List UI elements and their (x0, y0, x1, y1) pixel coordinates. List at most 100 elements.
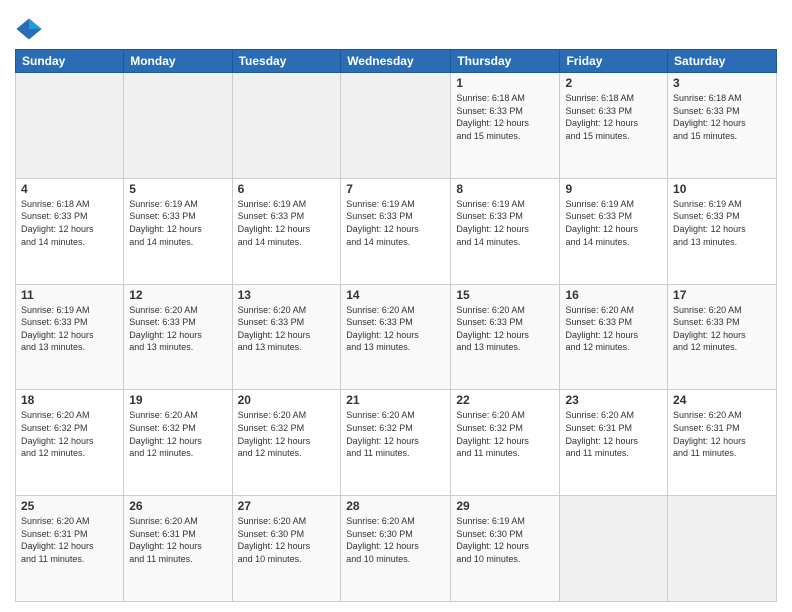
day-info: Sunrise: 6:20 AM Sunset: 6:33 PM Dayligh… (238, 304, 336, 354)
calendar-cell (16, 73, 124, 179)
day-info: Sunrise: 6:20 AM Sunset: 6:32 PM Dayligh… (238, 409, 336, 459)
calendar-cell: 17 Sunrise: 6:20 AM Sunset: 6:33 PM Dayli… (668, 284, 777, 390)
week-row-0: 1 Sunrise: 6:18 AM Sunset: 6:33 PM Daylig… (16, 73, 777, 179)
calendar-cell: 19 Sunrise: 6:20 AM Sunset: 6:32 PM Dayli… (124, 390, 232, 496)
page: SundayMondayTuesdayWednesdayThursdayFrid… (0, 0, 792, 612)
calendar-cell: 21 Sunrise: 6:20 AM Sunset: 6:32 PM Dayli… (341, 390, 451, 496)
day-number: 25 (21, 499, 118, 513)
calendar-cell: 8 Sunrise: 6:19 AM Sunset: 6:33 PM Daylig… (451, 178, 560, 284)
day-info: Sunrise: 6:20 AM Sunset: 6:32 PM Dayligh… (346, 409, 445, 459)
week-row-1: 4 Sunrise: 6:18 AM Sunset: 6:33 PM Daylig… (16, 178, 777, 284)
day-number: 6 (238, 182, 336, 196)
day-info: Sunrise: 6:18 AM Sunset: 6:33 PM Dayligh… (673, 92, 771, 142)
calendar-cell (560, 496, 668, 602)
calendar-cell: 25 Sunrise: 6:20 AM Sunset: 6:31 PM Dayli… (16, 496, 124, 602)
day-header-friday: Friday (560, 50, 668, 73)
calendar-header: SundayMondayTuesdayWednesdayThursdayFrid… (16, 50, 777, 73)
day-number: 27 (238, 499, 336, 513)
day-info: Sunrise: 6:19 AM Sunset: 6:33 PM Dayligh… (21, 304, 118, 354)
day-info: Sunrise: 6:20 AM Sunset: 6:33 PM Dayligh… (346, 304, 445, 354)
calendar-cell: 2 Sunrise: 6:18 AM Sunset: 6:33 PM Daylig… (560, 73, 668, 179)
day-number: 19 (129, 393, 226, 407)
day-info: Sunrise: 6:20 AM Sunset: 6:32 PM Dayligh… (129, 409, 226, 459)
calendar-cell: 1Sunrise: 6:18 AM Sunset: 6:33 PM Daylig… (451, 73, 560, 179)
day-number: 15 (456, 288, 554, 302)
day-number: 24 (673, 393, 771, 407)
day-info: Sunrise: 6:20 AM Sunset: 6:30 PM Dayligh… (346, 515, 445, 565)
day-info: Sunrise: 6:18 AM Sunset: 6:33 PM Dayligh… (565, 92, 662, 142)
day-number: 4 (21, 182, 118, 196)
day-info: Sunrise: 6:20 AM Sunset: 6:32 PM Dayligh… (21, 409, 118, 459)
calendar-cell: 26Sunrise: 6:20 AM Sunset: 6:31 PM Dayli… (124, 496, 232, 602)
calendar-cell: 6Sunrise: 6:19 AM Sunset: 6:33 PM Daylig… (232, 178, 341, 284)
day-header-saturday: Saturday (668, 50, 777, 73)
calendar-cell: 13 Sunrise: 6:20 AM Sunset: 6:33 PM Dayli… (232, 284, 341, 390)
day-header-wednesday: Wednesday (341, 50, 451, 73)
day-info: Sunrise: 6:20 AM Sunset: 6:30 PM Dayligh… (238, 515, 336, 565)
calendar-cell: 12Sunrise: 6:20 AM Sunset: 6:33 PM Dayli… (124, 284, 232, 390)
calendar-cell: 20 Sunrise: 6:20 AM Sunset: 6:32 PM Dayli… (232, 390, 341, 496)
header-row: SundayMondayTuesdayWednesdayThursdayFrid… (16, 50, 777, 73)
day-number: 3 (673, 76, 771, 90)
calendar-cell: 3 Sunrise: 6:18 AM Sunset: 6:33 PM Daylig… (668, 73, 777, 179)
header (15, 10, 777, 43)
calendar-cell: 15Sunrise: 6:20 AM Sunset: 6:33 PM Dayli… (451, 284, 560, 390)
calendar-cell (124, 73, 232, 179)
day-info: Sunrise: 6:19 AM Sunset: 6:33 PM Dayligh… (673, 198, 771, 248)
day-info: Sunrise: 6:20 AM Sunset: 6:31 PM Dayligh… (673, 409, 771, 459)
day-number: 23 (565, 393, 662, 407)
calendar-cell: 5Sunrise: 6:19 AM Sunset: 6:33 PM Daylig… (124, 178, 232, 284)
day-header-thursday: Thursday (451, 50, 560, 73)
day-header-tuesday: Tuesday (232, 50, 341, 73)
day-info: Sunrise: 6:19 AM Sunset: 6:33 PM Dayligh… (456, 198, 554, 248)
day-number: 8 (456, 182, 554, 196)
day-info: Sunrise: 6:19 AM Sunset: 6:33 PM Dayligh… (129, 198, 226, 248)
calendar-cell: 27 Sunrise: 6:20 AM Sunset: 6:30 PM Dayli… (232, 496, 341, 602)
calendar-body: 1 Sunrise: 6:18 AM Sunset: 6:33 PM Daylig… (16, 73, 777, 602)
calendar-cell: 16 Sunrise: 6:20 AM Sunset: 6:33 PM Dayli… (560, 284, 668, 390)
calendar-cell: 14 Sunrise: 6:20 AM Sunset: 6:33 PM Dayli… (341, 284, 451, 390)
calendar-cell: 7Sunrise: 6:19 AM Sunset: 6:33 PM Daylig… (341, 178, 451, 284)
day-info: Sunrise: 6:20 AM Sunset: 6:31 PM Dayligh… (21, 515, 118, 565)
week-row-4: 25 Sunrise: 6:20 AM Sunset: 6:31 PM Dayli… (16, 496, 777, 602)
day-number: 11 (21, 288, 118, 302)
day-number: 7 (346, 182, 445, 196)
calendar-cell: 9 Sunrise: 6:19 AM Sunset: 6:33 PM Daylig… (560, 178, 668, 284)
day-number: 18 (21, 393, 118, 407)
day-number: 17 (673, 288, 771, 302)
logo (15, 15, 47, 43)
day-header-monday: Monday (124, 50, 232, 73)
day-info: Sunrise: 6:20 AM Sunset: 6:33 PM Dayligh… (673, 304, 771, 354)
day-number: 26 (129, 499, 226, 513)
week-row-3: 18 Sunrise: 6:20 AM Sunset: 6:32 PM Dayli… (16, 390, 777, 496)
day-number: 9 (565, 182, 662, 196)
day-info: Sunrise: 6:19 AM Sunset: 6:30 PM Dayligh… (456, 515, 554, 565)
calendar-cell (341, 73, 451, 179)
day-info: Sunrise: 6:20 AM Sunset: 6:33 PM Dayligh… (565, 304, 662, 354)
logo-icon (15, 15, 43, 43)
calendar-cell: 10 Sunrise: 6:19 AM Sunset: 6:33 PM Dayli… (668, 178, 777, 284)
day-number: 1 (456, 76, 554, 90)
day-info: Sunrise: 6:18 AM Sunset: 6:33 PM Dayligh… (21, 198, 118, 248)
day-number: 20 (238, 393, 336, 407)
day-number: 14 (346, 288, 445, 302)
calendar-cell: 28 Sunrise: 6:20 AM Sunset: 6:30 PM Dayli… (341, 496, 451, 602)
calendar-cell: 22Sunrise: 6:20 AM Sunset: 6:32 PM Dayli… (451, 390, 560, 496)
day-number: 28 (346, 499, 445, 513)
day-number: 16 (565, 288, 662, 302)
calendar-cell: 29 Sunrise: 6:19 AM Sunset: 6:30 PM Dayli… (451, 496, 560, 602)
calendar-cell: 23 Sunrise: 6:20 AM Sunset: 6:31 PM Dayli… (560, 390, 668, 496)
day-number: 29 (456, 499, 554, 513)
day-info: Sunrise: 6:19 AM Sunset: 6:33 PM Dayligh… (565, 198, 662, 248)
calendar-cell: 18 Sunrise: 6:20 AM Sunset: 6:32 PM Dayli… (16, 390, 124, 496)
day-info: Sunrise: 6:20 AM Sunset: 6:31 PM Dayligh… (565, 409, 662, 459)
day-info: Sunrise: 6:20 AM Sunset: 6:32 PM Dayligh… (456, 409, 554, 459)
day-number: 10 (673, 182, 771, 196)
day-number: 12 (129, 288, 226, 302)
day-number: 13 (238, 288, 336, 302)
day-number: 21 (346, 393, 445, 407)
calendar-cell: 11 Sunrise: 6:19 AM Sunset: 6:33 PM Dayli… (16, 284, 124, 390)
day-number: 2 (565, 76, 662, 90)
calendar-cell (668, 496, 777, 602)
calendar-cell: 4 Sunrise: 6:18 AM Sunset: 6:33 PM Daylig… (16, 178, 124, 284)
